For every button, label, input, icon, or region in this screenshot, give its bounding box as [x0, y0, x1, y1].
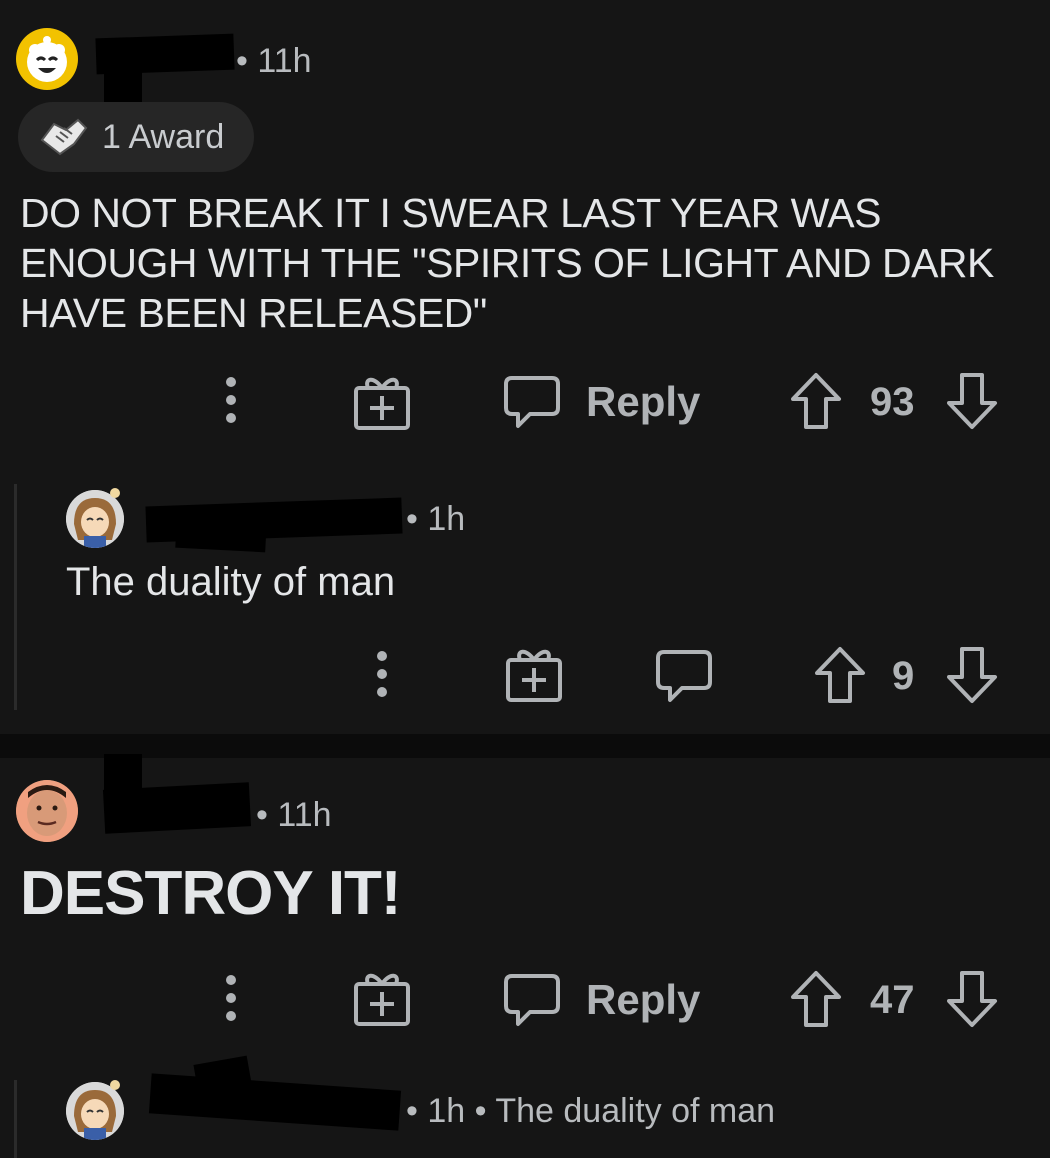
user-avatar[interactable] — [66, 1082, 124, 1140]
comment-timestamp: • 11h — [256, 796, 332, 834]
thread-separator — [0, 734, 1050, 758]
handshake-award-icon — [40, 118, 88, 156]
gift-plus-icon[interactable] — [354, 374, 410, 430]
user-avatar[interactable] — [16, 780, 78, 842]
comment-timestamp-and-preview[interactable]: • 1h • The duality of man — [406, 1092, 775, 1131]
gift-plus-icon[interactable] — [354, 970, 410, 1026]
vertical-dots-icon[interactable] — [221, 376, 241, 426]
thread-line[interactable] — [14, 1080, 17, 1158]
anime-avatar-icon — [66, 1082, 124, 1140]
vertical-dots-icon[interactable] — [221, 974, 241, 1024]
speech-bubble-icon[interactable] — [504, 374, 560, 430]
comment-text: DESTROY IT! — [20, 859, 402, 928]
up-arrow-icon[interactable] — [790, 372, 842, 430]
down-arrow-icon[interactable] — [946, 970, 998, 1028]
award-count-label: 1 Award — [102, 118, 225, 156]
face-avatar-icon — [16, 780, 78, 842]
down-arrow-icon[interactable] — [946, 372, 998, 430]
vote-score: 9 — [892, 654, 915, 698]
comment-timestamp: • 1h — [406, 500, 466, 538]
reply-button[interactable]: Reply — [586, 378, 700, 426]
redacted-username — [104, 754, 142, 790]
thread-line[interactable] — [14, 484, 17, 710]
anime-avatar-icon — [66, 490, 124, 548]
comment-timestamp: • 11h — [236, 42, 312, 80]
redacted-username-part — [175, 517, 267, 553]
vertical-dots-icon[interactable] — [372, 650, 392, 700]
up-arrow-icon[interactable] — [790, 970, 842, 1028]
online-dot — [110, 1080, 120, 1090]
comment-text: DO NOT BREAK IT I SWEAR LAST YEAR WAS EN… — [20, 190, 994, 336]
vote-score: 47 — [870, 978, 915, 1022]
down-arrow-icon[interactable] — [946, 646, 998, 704]
up-arrow-icon[interactable] — [814, 646, 866, 704]
redacted-username-part — [104, 62, 142, 102]
vote-score: 93 — [870, 380, 915, 424]
reply-button[interactable]: Reply — [586, 976, 700, 1024]
redacted-username-part — [102, 782, 252, 834]
snoo-avatar-icon — [27, 36, 67, 82]
comment-text: The duality of man — [66, 560, 396, 604]
user-avatar[interactable] — [66, 490, 124, 548]
gift-plus-icon[interactable] — [506, 646, 562, 702]
speech-bubble-icon[interactable] — [504, 972, 560, 1028]
online-dot — [110, 488, 120, 498]
user-avatar[interactable] — [16, 28, 78, 90]
speech-bubble-icon[interactable] — [656, 648, 712, 704]
redacted-username — [148, 1073, 402, 1131]
